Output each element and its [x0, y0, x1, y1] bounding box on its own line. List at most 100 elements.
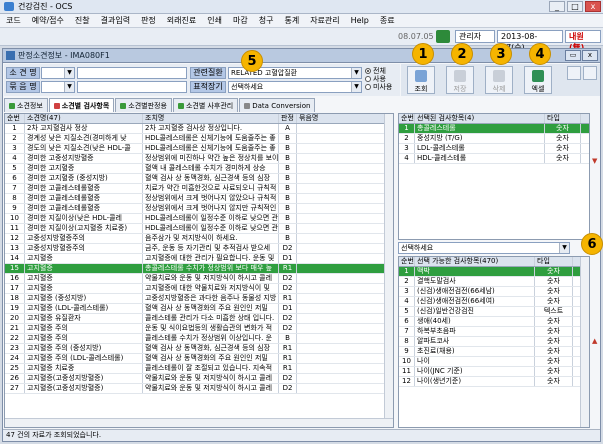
- table-row[interactable]: 21 고지혈증 주의 운동 및 식이요법등의 생활습관의 변화가 적 D2: [5, 324, 393, 334]
- tab-data-conversion[interactable]: Data Conversion: [239, 98, 316, 112]
- category-select[interactable]: 선택하세요 ▼: [398, 242, 570, 254]
- table-row[interactable]: 17 고지혈증 고지혈증에 대한 약물치료와 저지방식이 및 D2: [5, 284, 393, 294]
- chevron-down-icon[interactable]: ▼: [351, 68, 361, 78]
- radio-use[interactable]: 사용: [365, 75, 392, 83]
- mukeum-code-input[interactable]: ▼: [41, 81, 75, 93]
- column-header[interactable]: 묶음명: [297, 114, 385, 123]
- tab-sogyeon-judge[interactable]: 소견별판정용: [115, 98, 172, 112]
- excel-button[interactable]: 엑셀: [524, 66, 552, 94]
- chevron-down-icon[interactable]: ▼: [64, 82, 74, 92]
- menu-item[interactable]: 인쇄: [207, 15, 222, 26]
- menu-item[interactable]: 외래진료: [167, 15, 196, 26]
- collapse-icon[interactable]: [567, 66, 581, 80]
- table-row[interactable]: 4 경미한 고중성지방혈증 정상범위에 미진하나 약간 높은 정상치를 보이 B: [5, 154, 393, 164]
- window-close-button[interactable]: x: [582, 50, 598, 61]
- table-row[interactable]: 12 나이(생년기준) 숫자: [399, 377, 589, 387]
- move-down-arrow-icon[interactable]: ▼: [592, 157, 597, 165]
- tab-sogyeon-followup[interactable]: 소견별 사후관리: [172, 98, 239, 112]
- tab-sogyeon-exam[interactable]: 소견별 검사항목: [48, 98, 115, 112]
- table-row[interactable]: 1 총콜레스테롤 숫자: [399, 124, 589, 134]
- save-button[interactable]: 저장: [446, 66, 474, 94]
- table-row[interactable]: 24 고지혈증 주의 (LDL-콜레스테롤) 혈액 검사 상 동맥경화의 주요 원인…: [5, 354, 393, 364]
- column-header[interactable]: 타입: [535, 257, 573, 266]
- menu-item[interactable]: Help: [351, 16, 369, 25]
- maximize-button[interactable]: □: [567, 1, 583, 12]
- column-header[interactable]: 조치명: [143, 114, 279, 123]
- sogyeon-code-input[interactable]: ▼: [41, 67, 75, 79]
- menu-item[interactable]: 예약/접수: [32, 15, 64, 26]
- table-row[interactable]: 11 경미한 지질이상(고지혈증 치료중) HDL콜레스테롤이 일정수준 이하로 낮…: [5, 224, 393, 234]
- column-header[interactable]: 순번: [399, 114, 415, 123]
- table-row[interactable]: 6 생애(40세) 숫자: [399, 317, 589, 327]
- chevron-down-icon[interactable]: ▼: [351, 82, 361, 92]
- pyojeok-select[interactable]: 선택하세요 ▼: [228, 81, 362, 93]
- tab-sogyeon-info[interactable]: 소견정보: [4, 98, 48, 112]
- table-row[interactable]: 12 고중성지방혈증주의 음주삼가 및 저지방식이 하세요. B: [5, 234, 393, 244]
- table-row[interactable]: 16 고지혈증 약물치료와 운동 및 저지방식이 하시고 콜레 D2: [5, 274, 393, 284]
- chevron-down-icon[interactable]: ▼: [64, 68, 74, 78]
- horizontal-scrollbar[interactable]: [5, 418, 393, 427]
- radio-all[interactable]: 전체: [365, 67, 392, 75]
- close-button[interactable]: x: [585, 1, 601, 12]
- table-row[interactable]: 6 경미한 고지혈증 (중성지방) 혈액 검사 상 동맥경화, 심근경색 등의 심장…: [5, 174, 393, 184]
- table-row[interactable]: 7 경미한 고콜레스테롤혈증 치료가 약간 미흡한것으로 사료되오니 규칙적 B: [5, 184, 393, 194]
- menu-item[interactable]: 자료관리: [310, 15, 339, 26]
- chevron-down-icon[interactable]: ▼: [559, 243, 569, 253]
- table-row[interactable]: 3 (신검)생애전검전(66세남) 숫자: [399, 287, 589, 297]
- menu-item[interactable]: 판정: [141, 15, 156, 26]
- table-row[interactable]: 13 고중성지방혈증주의 금주, 운동 등 자기관리 및 추적검사 받으세 D2: [5, 244, 393, 254]
- menu-item[interactable]: 진찰: [75, 15, 90, 26]
- table-row[interactable]: 8 경미한 고콜레스테롤혈증 정상범위에서 크게 벗어나지 않았으나 규칙적 B: [5, 194, 393, 204]
- column-header[interactable]: 순번: [399, 257, 415, 266]
- menu-item[interactable]: 마감: [233, 15, 248, 26]
- menu-item[interactable]: 결과입력: [101, 15, 130, 26]
- table-row[interactable]: 2 경계성 낮은 지질소견(경미하게 낮 HDL콜레스테롤은 신체기능에 도움줄주는…: [5, 134, 393, 144]
- table-row[interactable]: 7 하복부초음파 숫자: [399, 327, 589, 337]
- table-row[interactable]: 2 중성지방 (T/G) 숫자: [399, 134, 589, 144]
- table-row[interactable]: 19 고지혈증 (LDL-콜레스테롤) 혈액 검사 상 동맥경화의 주요 원인인 저…: [5, 304, 393, 314]
- table-row[interactable]: 23 고지혈증 주의 (중성지방) 혈액 검사 상 동맥경화, 심근경색 등의 심장…: [5, 344, 393, 354]
- column-header[interactable]: 소견명(47): [25, 114, 143, 123]
- table-row[interactable]: 9 초진료(채용) 숫자: [399, 347, 589, 357]
- table-row[interactable]: 15 고지혈증 총콜레스테롤 수치가 정상범위 보다 매우 높 R1: [5, 264, 393, 274]
- move-up-arrow-icon[interactable]: ▲: [592, 337, 597, 345]
- table-row[interactable]: 5 경미한 고지혈증 혈액 내 콜레스테롤 수치가 경미하게 상승 B: [5, 164, 393, 174]
- vertical-scrollbar[interactable]: [384, 114, 393, 427]
- table-row[interactable]: 18 고지혈증 (중성지방) 고중성지방혈증은 과다한 음주나 동물성 지방 R1: [5, 294, 393, 304]
- menu-item[interactable]: 청구: [259, 15, 274, 26]
- table-row[interactable]: 25 고지혈증 치료중 콜레스테롤이 잘 조절되고 있습니다. 지속적 R1: [5, 364, 393, 374]
- column-header[interactable]: 선택된 검사항목(4): [415, 114, 545, 123]
- column-header[interactable]: 타입: [545, 114, 581, 123]
- exit-icon[interactable]: [436, 30, 450, 43]
- table-row[interactable]: 27 고지혈증(고중성지방혈증) 약물치료와 운동 및 저지방식이 하시고 콜레 D2: [5, 384, 393, 394]
- menu-item[interactable]: 통계: [284, 15, 299, 26]
- mukeum-name-input[interactable]: [77, 81, 187, 93]
- table-row[interactable]: 5 (신검)일반건강검진 텍스트: [399, 307, 589, 317]
- table-row[interactable]: 2 결핵도말검사 숫자: [399, 277, 589, 287]
- table-row[interactable]: 10 경미한 지질이상(낮은 HDL-콜레 HDL콜레스테롤이 일정수준 이하로 낮…: [5, 214, 393, 224]
- table-row[interactable]: 8 알파트코사 숫자: [399, 337, 589, 347]
- table-row[interactable]: 4 (신검)생애전검전(66세여) 숫자: [399, 297, 589, 307]
- table-row[interactable]: 9 경미한 고콜레스테롤혈증 정상범위에서 크게 벗어나지 않지만 규칙적인 B: [5, 204, 393, 214]
- column-header[interactable]: 판정: [279, 114, 297, 123]
- table-row[interactable]: 22 고지혈증 주의 콜레스테롤 수치가 정상범위 이상입니다. 운B: [5, 334, 393, 344]
- radio-unused[interactable]: 미사용: [365, 83, 392, 91]
- table-row[interactable]: 20 고지혈증 유질환자 콜레스테롤 관리가 다소 미흡한 상태 입니다. D2: [5, 314, 393, 324]
- vertical-scrollbar[interactable]: [580, 257, 589, 427]
- delete-button[interactable]: 삭제: [485, 66, 513, 94]
- menu-item[interactable]: 종료: [380, 15, 395, 26]
- table-row[interactable]: 1 2차 고지혈검사 정상 2차 고지혈증 검사상 정상입니다. A: [5, 124, 393, 134]
- minimize-button[interactable]: _: [549, 1, 565, 12]
- table-row[interactable]: 26 고지혈증(고중성지방혈증) 약물치료와 운동 및 저지방식이 하시고 콜레 D2: [5, 374, 393, 384]
- search-button[interactable]: 조회: [407, 66, 435, 94]
- table-row[interactable]: 3 LDL-콜레스테롤 숫자: [399, 144, 589, 154]
- sogyeon-name-input[interactable]: [77, 67, 187, 79]
- table-row[interactable]: 3 경도의 낮은 지질소견(낮은 HDL-콜 HDL콜레스테롤은 신체기능에 도움줄…: [5, 144, 393, 154]
- menu-item[interactable]: 코드: [6, 15, 21, 26]
- table-row[interactable]: 11 나이(JNC 기준) 숫자: [399, 367, 589, 377]
- column-header[interactable]: 순번: [5, 114, 25, 123]
- window-restore-button[interactable]: ▭: [565, 50, 581, 61]
- table-row[interactable]: 10 나이 숫자: [399, 357, 589, 367]
- exit-window-icon[interactable]: [583, 66, 597, 80]
- table-row[interactable]: 14 고지혈증 고지혈증에 대한 관리가 필요합니다. 운동 및 D1: [5, 254, 393, 264]
